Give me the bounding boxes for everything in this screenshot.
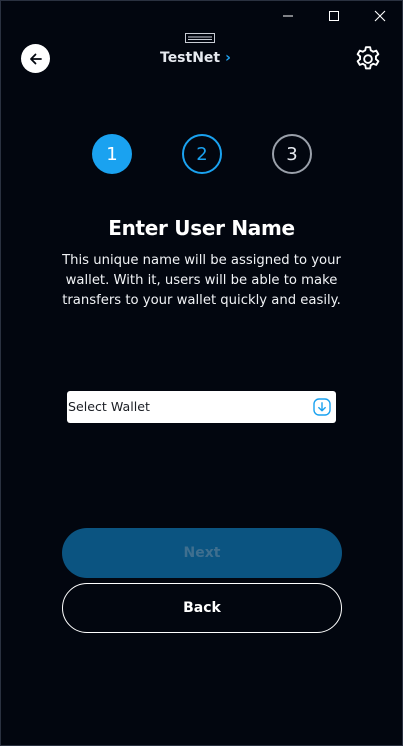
close-button[interactable] bbox=[357, 0, 403, 32]
arrow-left-icon bbox=[29, 53, 42, 64]
close-icon bbox=[374, 10, 386, 22]
settings-button[interactable] bbox=[351, 42, 385, 76]
wallet-select[interactable]: Select Wallet bbox=[67, 391, 336, 423]
maximize-icon bbox=[329, 11, 339, 21]
step-indicator-1: 1 bbox=[92, 134, 132, 174]
minimize-icon bbox=[283, 15, 293, 17]
step-indicator-2: 2 bbox=[182, 134, 222, 174]
chevron-down-circle-icon bbox=[313, 398, 331, 416]
app-window bbox=[0, 0, 403, 746]
title-bar bbox=[0, 0, 403, 32]
minimize-button[interactable] bbox=[265, 0, 311, 32]
page-description: This unique name will be assigned to you… bbox=[62, 253, 341, 308]
network-label: TestNet bbox=[160, 50, 221, 66]
back-button[interactable]: Back bbox=[62, 583, 342, 633]
wallet-select-value: Select Wallet bbox=[68, 399, 150, 414]
drag-handle-icon[interactable] bbox=[185, 33, 215, 43]
network-selector[interactable]: TestNet › bbox=[160, 48, 250, 68]
gear-icon bbox=[356, 46, 380, 70]
step-indicator-3: 3 bbox=[272, 134, 312, 174]
back-nav-button[interactable] bbox=[21, 44, 50, 73]
maximize-button[interactable] bbox=[311, 0, 357, 32]
chevron-right-icon: › bbox=[225, 50, 231, 66]
page-title: Enter User Name bbox=[108, 216, 295, 240]
next-button[interactable]: Next bbox=[62, 528, 342, 578]
